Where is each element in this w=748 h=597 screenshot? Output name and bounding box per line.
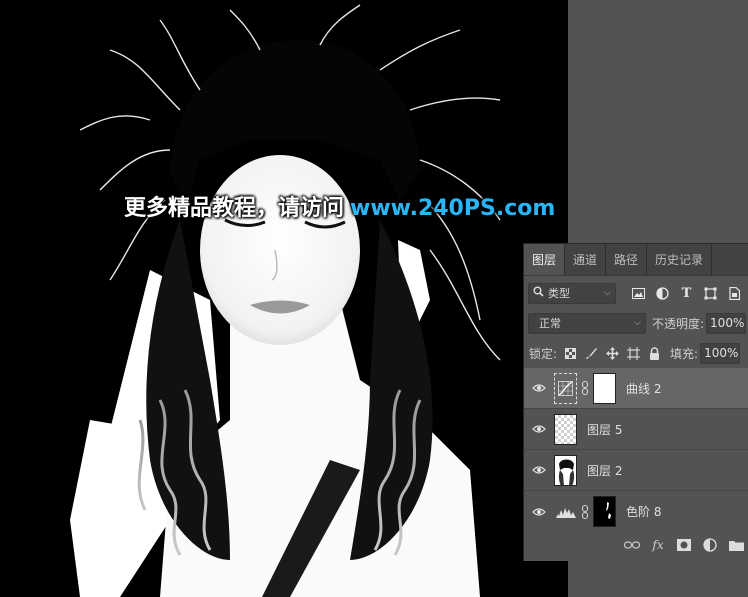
opacity-label: 不透明度: [652,316,705,331]
layers-panel: 图层 通道 路径 历史记录 类型 ⌵ T 正常 ⌵ 不透明度: 100% 锁定:… [523,243,748,561]
type-filter-icon[interactable]: T [678,285,695,302]
layer-mask-thumbnail[interactable] [593,496,616,527]
layer-name[interactable]: 图层 5 [587,421,622,438]
image-filter-icon[interactable] [630,285,647,302]
blend-mode-value: 正常 [539,317,561,330]
levels-adjustment-icon [554,496,577,527]
layer-name[interactable]: 色阶 8 [626,503,661,520]
layer-list: 曲线 2 图层 5 图层 2 色阶 8 [524,368,748,532]
adjustment-layer-icon[interactable] [702,537,718,553]
layer-name[interactable]: 曲线 2 [626,380,661,397]
search-icon [533,286,544,300]
tab-history[interactable]: 历史记录 [647,244,713,275]
layer-row-curves-2[interactable]: 曲线 2 [524,368,748,409]
smart-object-filter-icon[interactable] [726,285,743,302]
eye-icon[interactable] [524,424,554,434]
tab-channels[interactable]: 通道 [565,244,607,275]
layer-row-levels-8[interactable]: 色阶 8 [524,491,748,532]
shape-filter-icon[interactable] [702,285,719,302]
blend-mode-dropdown[interactable]: 正常 ⌵ [528,312,646,334]
eye-icon[interactable] [524,507,554,517]
lock-transparent-pixels-icon[interactable] [563,346,578,361]
portrait-photo [0,0,568,597]
layer-thumbnail[interactable] [554,413,577,445]
chevron-down-icon: ⌵ [604,288,611,298]
chain-link-icon[interactable] [579,504,591,519]
layer-row-layer-2[interactable]: 图层 2 [524,450,748,491]
adjustment-filter-icon[interactable] [654,285,671,302]
lock-artboard-icon[interactable] [626,346,641,361]
opacity-input[interactable]: 100% [706,312,747,334]
filter-type-label: 类型 [548,287,570,300]
lock-row: 锁定: 填充: 100% [524,342,748,364]
eye-icon[interactable] [524,465,554,475]
layer-mask-thumbnail[interactable] [593,372,616,404]
watermark-text: 更多精品教程，请访问 [124,196,345,221]
link-layers-icon[interactable] [624,537,640,553]
fill-input[interactable]: 100% [700,342,741,364]
watermark: 更多精品教程，请访问 www.240PS.com [124,190,555,222]
lock-all-icon[interactable] [647,346,662,361]
new-group-icon[interactable] [728,537,744,553]
layer-thumbnail[interactable] [554,454,577,486]
chain-link-icon[interactable] [579,381,591,395]
filter-row: 类型 ⌵ T [524,282,748,304]
tab-layers[interactable]: 图层 [524,244,566,275]
fill-label: 填充: [670,346,699,361]
watermark-url: www.240PS.com [350,196,556,221]
curves-adjustment-icon [554,372,577,404]
fx-icon[interactable]: fx [650,537,666,553]
layer-row-layer-5[interactable]: 图层 5 [524,409,748,450]
layer-name[interactable]: 图层 2 [587,462,622,479]
document-canvas[interactable] [0,0,568,597]
layers-bottom-toolbar: fx [524,531,748,559]
panel-tab-bar: 图层 通道 路径 历史记录 [524,244,748,276]
filter-type-dropdown[interactable]: 类型 ⌵ [528,282,616,304]
blend-row: 正常 ⌵ 不透明度: 100% [524,312,748,334]
tab-paths[interactable]: 路径 [606,244,648,275]
chevron-down-icon: ⌵ [634,318,641,328]
lock-image-pixels-icon[interactable] [584,346,599,361]
add-mask-icon[interactable] [676,537,692,553]
eye-icon[interactable] [524,383,554,393]
lock-label: 锁定: [529,346,558,361]
lock-position-icon[interactable] [605,346,620,361]
